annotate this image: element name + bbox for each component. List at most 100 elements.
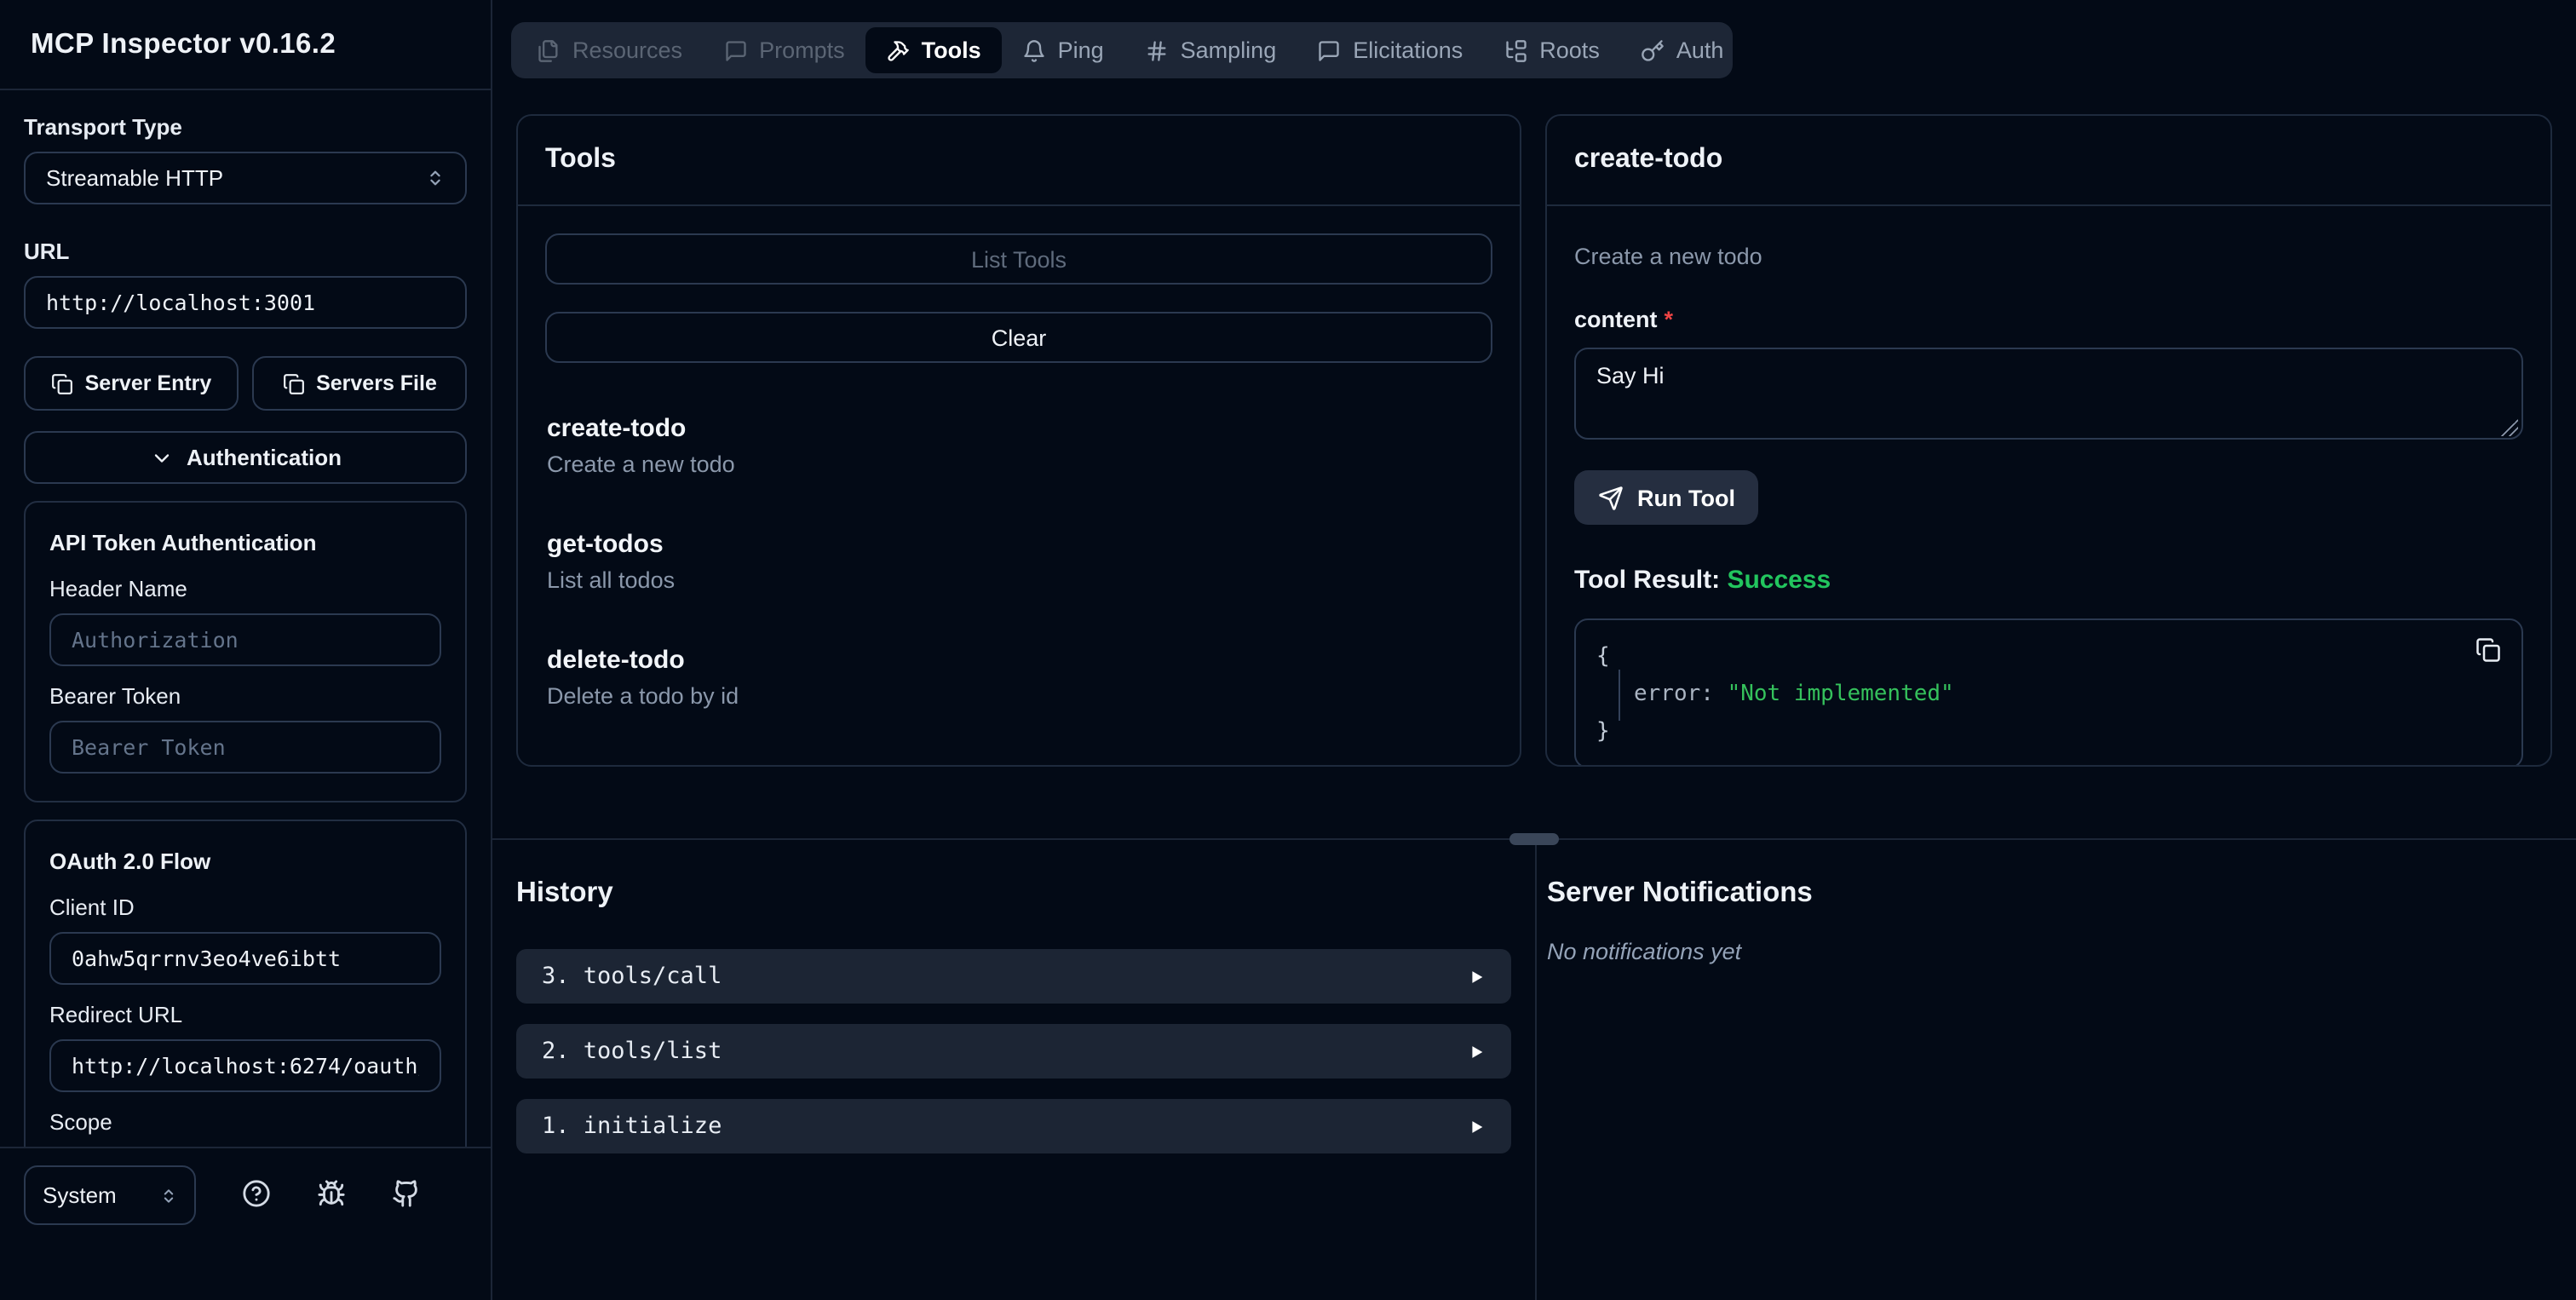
tool-result-label: Tool Result: [1574, 566, 1721, 595]
history-item-label: 3. tools/call [542, 963, 722, 990]
header-name-input[interactable] [49, 613, 441, 666]
oauth-card: OAuth 2.0 Flow Client ID Redirect URL Sc… [24, 820, 467, 1147]
clear-tools-button[interactable]: Clear [545, 312, 1492, 363]
server-notifications-title: Server Notifications [1547, 877, 1813, 908]
chevron-down-icon [149, 446, 173, 469]
required-asterisk: * [1664, 307, 1674, 332]
field-label-text: content [1574, 307, 1658, 332]
json-value: "Not implemented" [1727, 682, 1954, 707]
app-title: MCP Inspector v0.16.2 [31, 28, 336, 59]
tab-tools[interactable]: Tools [865, 27, 1002, 73]
redirect-url-input[interactable] [49, 1039, 441, 1092]
tab-sampling[interactable]: Sampling [1124, 27, 1297, 73]
authentication-toggle[interactable]: Authentication [24, 431, 467, 484]
help-button[interactable] [242, 1179, 271, 1208]
scope-label: Scope [49, 1109, 112, 1135]
expand-arrow-icon [1467, 967, 1486, 986]
json-close-brace: } [1596, 719, 1610, 745]
redirect-url-label: Redirect URL [49, 1002, 183, 1027]
run-tool-button[interactable]: Run Tool [1574, 470, 1759, 525]
tools-panel-title: Tools [545, 145, 616, 174]
expand-arrow-icon [1467, 1117, 1486, 1136]
json-key: error: [1634, 682, 1714, 707]
sidebar-header: MCP Inspector v0.16.2 [0, 0, 491, 90]
client-id-label: Client ID [49, 894, 135, 920]
tab-label: Resources [572, 37, 683, 63]
tool-description: Create a new todo [547, 452, 735, 477]
tab-label: Roots [1539, 37, 1600, 63]
history-item-tools-call[interactable]: 3. tools/call [516, 949, 1511, 1004]
server-notifications-pane: Server Notifications No notifications ye… [1537, 840, 2576, 1300]
json-open-brace: { [1596, 644, 1610, 670]
tab-prompts[interactable]: Prompts [703, 27, 865, 73]
tab-label: Tools [921, 37, 981, 63]
tools-panel-header: Tools [518, 116, 1520, 206]
copy-icon [282, 372, 304, 394]
theme-select[interactable]: System [24, 1165, 196, 1225]
tool-name: create-todo [547, 414, 687, 443]
main-area: Resources Prompts Tools Ping Sampling El… [492, 0, 2576, 1300]
mcp-inspector-app: MCP Inspector v0.16.2 Transport Type Str… [0, 0, 2576, 1300]
content-field-label: content * [1574, 307, 2523, 332]
expand-arrow-icon [1467, 1042, 1486, 1061]
url-input[interactable] [24, 276, 467, 329]
tab-label: Sampling [1180, 37, 1277, 63]
content-field-wrap: Say Hi [1574, 348, 2523, 445]
servers-file-button[interactable]: Servers File [252, 356, 467, 411]
tab-label: Ping [1057, 37, 1104, 63]
tab-resources[interactable]: Resources [516, 27, 703, 73]
tab-label: Prompts [759, 37, 845, 63]
split-drag-handle[interactable] [1509, 833, 1559, 845]
client-id-input[interactable] [49, 932, 441, 985]
key-icon [1641, 38, 1665, 62]
history-pane: History 3. tools/call 2. tools/list 1. i… [492, 840, 1537, 1300]
tab-elicitations[interactable]: Elicitations [1297, 27, 1483, 73]
bug-icon [317, 1179, 346, 1208]
folder-tree-icon [1504, 38, 1527, 62]
oauth-title: OAuth 2.0 Flow [49, 848, 211, 874]
json-error-line: error: "Not implemented" [1596, 670, 2501, 721]
tab-bar: Resources Prompts Tools Ping Sampling El… [511, 22, 1733, 78]
message-square-icon [723, 38, 747, 62]
tool-list-item-create-todo[interactable]: create-todo Create a new todo [547, 414, 1492, 477]
api-token-card: API Token Authentication Header Name Bea… [24, 501, 467, 802]
history-item-label: 1. initialize [542, 1113, 722, 1140]
tool-detail-panel: create-todo Create a new todo content * S… [1545, 114, 2552, 767]
resize-handle[interactable] [2501, 419, 2518, 436]
notifications-empty-text: No notifications yet [1547, 939, 1742, 964]
tool-list-item-get-todos[interactable]: get-todos List all todos [547, 530, 1492, 593]
github-icon [392, 1179, 421, 1208]
content-field-input[interactable]: Say Hi [1574, 348, 2523, 440]
tool-detail-body: Create a new todo content * Say Hi Run To… [1547, 206, 2550, 765]
tab-roots[interactable]: Roots [1483, 27, 1620, 73]
list-tools-button[interactable]: List Tools [545, 233, 1492, 285]
horizontal-split-divider [492, 833, 2576, 845]
bearer-token-label: Bearer Token [49, 683, 181, 709]
bearer-token-input[interactable] [49, 721, 441, 774]
tab-auth[interactable]: Auth [1620, 27, 1745, 73]
tool-detail-title: create-todo [1574, 145, 1723, 174]
hammer-icon [886, 38, 910, 62]
debug-button[interactable] [317, 1179, 346, 1208]
copy-icon [2475, 637, 2501, 663]
chevrons-up-down-icon [160, 1187, 177, 1204]
history-item-initialize[interactable]: 1. initialize [516, 1099, 1511, 1153]
tool-result-line: Tool Result: Success [1574, 566, 2523, 595]
tab-ping[interactable]: Ping [1002, 27, 1124, 73]
github-button[interactable] [392, 1179, 421, 1208]
server-entry-label: Server Entry [84, 371, 212, 395]
tab-label: Elicitations [1353, 37, 1463, 63]
bell-icon [1022, 38, 1046, 62]
tool-list-item-delete-todo[interactable]: delete-todo Delete a todo by id [547, 646, 1492, 709]
copy-icon [51, 372, 73, 394]
transport-type-label: Transport Type [24, 114, 182, 140]
url-label: URL [24, 239, 70, 264]
tool-result-status: Success [1727, 566, 1831, 595]
server-entry-button[interactable]: Server Entry [24, 356, 239, 411]
copy-result-button[interactable] [2475, 637, 2501, 663]
tool-name: get-todos [547, 530, 664, 559]
transport-type-value: Streamable HTTP [46, 165, 224, 191]
history-item-tools-list[interactable]: 2. tools/list [516, 1024, 1511, 1079]
transport-type-select[interactable]: Streamable HTTP [24, 152, 467, 204]
hash-icon [1145, 38, 1169, 62]
